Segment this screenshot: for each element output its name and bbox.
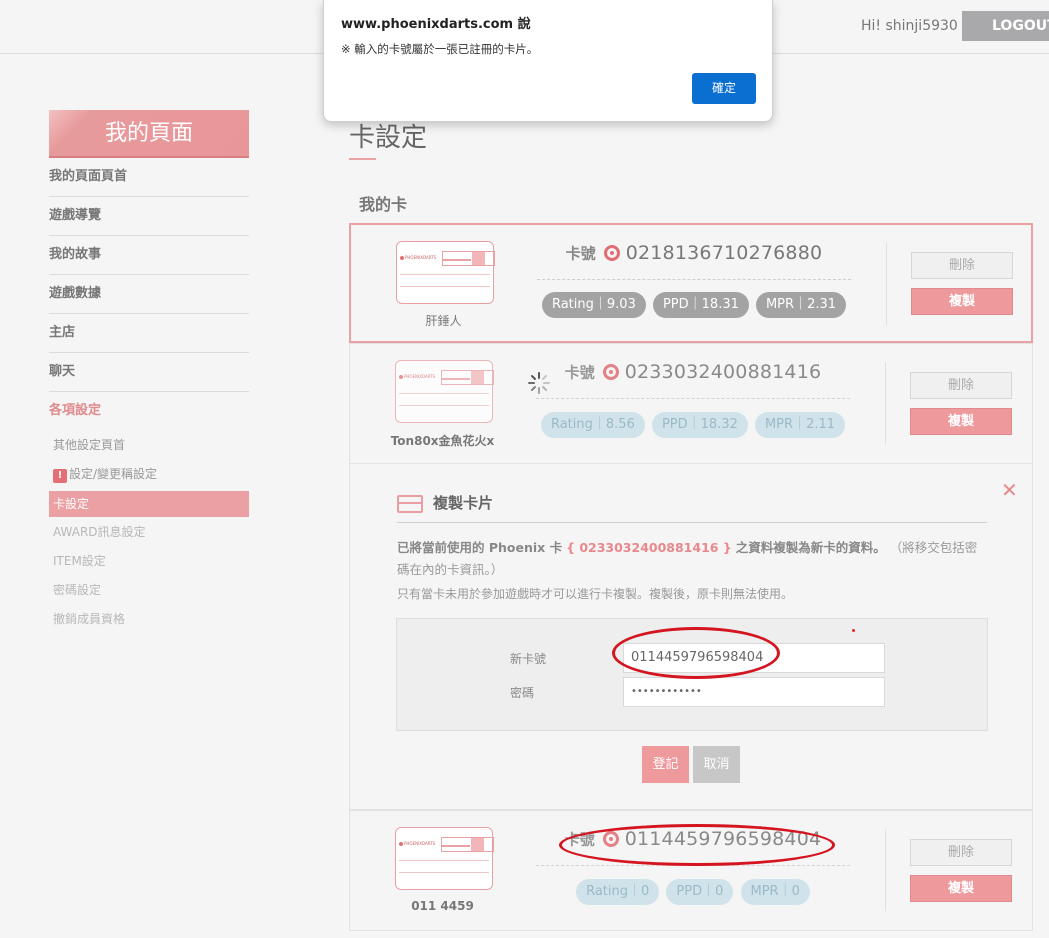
divider [397,522,987,523]
card-stats: Rating｜8.56 PPD｜18.32 MPR｜2.11 [536,412,850,438]
ppd-badge: PPD｜0 [666,879,734,905]
submenu-item-label: 設定/變更稱設定 [69,467,158,481]
card-number-value: 0218136710276880 [625,242,823,264]
mpr-badge: MPR｜2.11 [754,412,846,438]
delete-button[interactable]: 刪除 [910,372,1012,399]
mpr-badge: MPR｜0 [740,879,810,905]
password-input[interactable]: •••••••••••• [623,677,885,707]
card-stats: Rating｜0 PPD｜0 MPR｜0 [536,879,850,905]
card-name: 011 4459 [411,899,474,913]
copy-button[interactable]: 複製 [911,288,1013,315]
annotation-oval [612,627,780,679]
dart-target-icon [603,245,620,261]
rating-badge: Rating｜9.03 [541,292,646,318]
ppd-badge: PPD｜18.32 [651,412,748,438]
password-label: 密碼 [510,686,535,700]
logout-button[interactable]: LOGOUT [962,11,1049,41]
card-thumbnail: PHOENIXDARTS [395,827,494,890]
credit-card-icon [397,495,423,513]
card-row[interactable]: PHOENIXDARTS 肝錘人 卡號 0218136710276880 Rati… [349,223,1033,343]
sidebar-item-home-shop[interactable]: 主店 [49,314,249,353]
phoenix-logo-icon [399,842,403,846]
submenu-item-item-settings[interactable]: ITEM設定 [49,547,249,576]
card-number-label: 卡號 [564,363,595,382]
register-button[interactable]: 登記 [642,746,689,783]
new-card-label: 新卡號 [510,652,547,666]
annotation-oval [559,824,835,866]
card-number-value: 0233032400881416 [624,361,822,383]
dialog-ok-button[interactable]: 確定 [692,73,756,104]
dialog-message: ※ 輸入的卡號屬於一張已註冊的卡片。 [341,42,539,56]
rating-badge: Rating｜8.56 [540,412,645,438]
settings-submenu: 其他設定頁首 ! 設定/變更稱設定 卡設定 AWARD訊息設定 ITEM設定 密碼… [49,431,249,634]
card-thumbnail: PHOENIXDARTS [395,360,494,423]
sidebar-item-game-data[interactable]: 遊戲數據 [49,275,249,314]
user-greeting: Hi! shinji5930 [861,18,958,34]
submenu-item-cancel-membership[interactable]: 撤銷成員資格 [49,605,249,634]
thumbnail-logo-text: PHOENIXDARTS [404,841,436,846]
card-row[interactable]: PHOENIXDARTS Ton80x金魚花火x 卡號 0233032400881… [349,343,1033,464]
close-icon[interactable]: ✕ [1001,478,1018,502]
mpr-badge: MPR｜2.31 [755,292,847,318]
sidebar-item-my-story[interactable]: 我的故事 [49,236,249,275]
card-number: 卡號 0218136710276880 [537,242,851,280]
submenu-item-settings-home[interactable]: 其他設定頁首 [49,431,249,460]
sidebar-item-chat[interactable]: 聊天 [49,353,249,392]
card-name: 肝錘人 [425,314,462,328]
submenu-item-title-settings[interactable]: ! 設定/變更稱設定 [49,460,249,489]
cancel-button[interactable]: 取消 [693,746,740,783]
submenu-item-award-message[interactable]: AWARD訊息設定 [49,518,249,547]
dialog-title: www.phoenixdarts.com 說 [341,17,531,32]
card-thumbnail: PHOENIXDARTS [396,241,495,304]
phoenix-logo-icon [399,375,403,379]
delete-button[interactable]: 刪除 [910,839,1012,866]
copy-note: 只有當卡未用於參加遊戲時才可以進行卡複製。複製後，原卡則無法使用。 [397,587,794,601]
copy-panel-title: 複製卡片 [433,494,494,512]
submenu-item-card-settings[interactable]: 卡設定 [49,491,249,517]
alert-dialog: www.phoenixdarts.com 說 ※ 輸入的卡號屬於一張已註冊的卡片… [323,0,773,122]
copy-button[interactable]: 複製 [910,875,1012,902]
warning-icon: ! [53,469,67,483]
sidebar-title: 我的頁面 [49,110,249,158]
card-name: Ton80x金魚花火x [390,434,495,448]
phoenix-logo-icon [400,256,404,260]
thumbnail-logo-text: PHOENIXDARTS [404,374,436,379]
card-number: 卡號 0233032400881416 [536,361,850,399]
card-number-label: 卡號 [565,244,596,263]
sidebar-item-game-guide[interactable]: 遊戲導覽 [49,197,249,236]
required-dot [852,629,855,632]
thumbnail-logo-text: PHOENIXDARTS [405,255,437,260]
title-underline [349,158,376,160]
submenu-item-password[interactable]: 密碼設定 [49,576,249,605]
ppd-badge: PPD｜18.31 [652,292,749,318]
section-title: 我的卡 [359,195,408,214]
rating-badge: Rating｜0 [576,879,660,905]
sidebar-item-home[interactable]: 我的頁面頁首 [49,158,249,197]
page-title: 卡設定 [349,123,428,153]
sidebar-menu: 我的頁面頁首 遊戲導覽 我的故事 遊戲數據 主店 聊天 各項設定 [49,158,249,431]
sidebar-item-settings[interactable]: 各項設定 [49,392,249,431]
delete-button[interactable]: 刪除 [911,252,1013,279]
copy-button[interactable]: 複製 [910,408,1012,435]
dart-target-icon [602,364,619,380]
card-stats: Rating｜9.03 PPD｜18.31 MPR｜2.31 [537,292,851,318]
copy-description: 已將當前使用的 Phoenix 卡 { 0233032400881416 } 之… [397,540,978,577]
